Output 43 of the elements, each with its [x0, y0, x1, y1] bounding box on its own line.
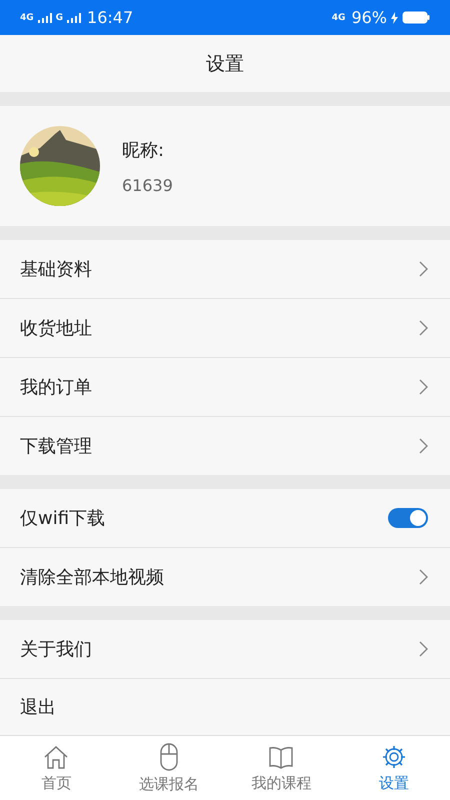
- row-label: 退出: [20, 696, 56, 719]
- chevron-icon: [419, 320, 428, 336]
- tab[interactable]: 设置: [338, 736, 450, 800]
- row-label: 关于我们: [20, 638, 92, 661]
- clock: 16:47: [87, 8, 134, 27]
- row-label: 清除全部本地视频: [20, 566, 164, 589]
- row-label: 仅wifi下载: [20, 507, 106, 530]
- settings-row[interactable]: 收货地址: [0, 299, 450, 358]
- chevron-icon: [419, 261, 428, 277]
- row-label: 基础资料: [20, 258, 92, 281]
- row-label: 收货地址: [20, 317, 92, 340]
- battery-icon: [402, 11, 430, 24]
- battery-percent: 96%: [351, 8, 387, 27]
- settings-row[interactable]: 关于我们: [0, 620, 450, 679]
- settings-row[interactable]: 我的订单: [0, 358, 450, 417]
- chevron-icon: [419, 438, 428, 454]
- settings-row[interactable]: 退出: [0, 679, 450, 735]
- settings-icon: [380, 744, 407, 770]
- network-label: 4G: [20, 12, 34, 22]
- settings-row[interactable]: 基础资料: [0, 240, 450, 299]
- settings-row[interactable]: 下载管理: [0, 417, 450, 475]
- settings-row[interactable]: 清除全部本地视频: [0, 548, 450, 606]
- signal-icon: [38, 12, 52, 22]
- network-label: 4G: [332, 12, 346, 22]
- chevron-icon: [419, 379, 428, 395]
- home-icon: [43, 744, 70, 770]
- tab[interactable]: 选课报名: [112, 736, 225, 800]
- nickname-value: 61639: [122, 176, 173, 194]
- mouse-icon: [158, 742, 179, 770]
- network-label: G: [56, 12, 64, 22]
- nickname-label: 昵称:: [122, 138, 166, 162]
- row-label: 我的订单: [20, 376, 92, 399]
- row-label: 下载管理: [20, 435, 92, 458]
- chevron-icon: [419, 641, 428, 657]
- page-title: 设置: [206, 52, 244, 76]
- tab[interactable]: 首页: [0, 736, 112, 800]
- signal-icon: [67, 12, 82, 22]
- charging-icon: [391, 12, 398, 24]
- wifi-toggle[interactable]: [388, 508, 428, 528]
- profile-card[interactable]: 昵称: 61639: [0, 106, 450, 226]
- settings-row[interactable]: 仅wifi下载: [0, 489, 450, 548]
- chevron-icon: [419, 569, 428, 585]
- tab[interactable]: 我的课程: [225, 736, 338, 800]
